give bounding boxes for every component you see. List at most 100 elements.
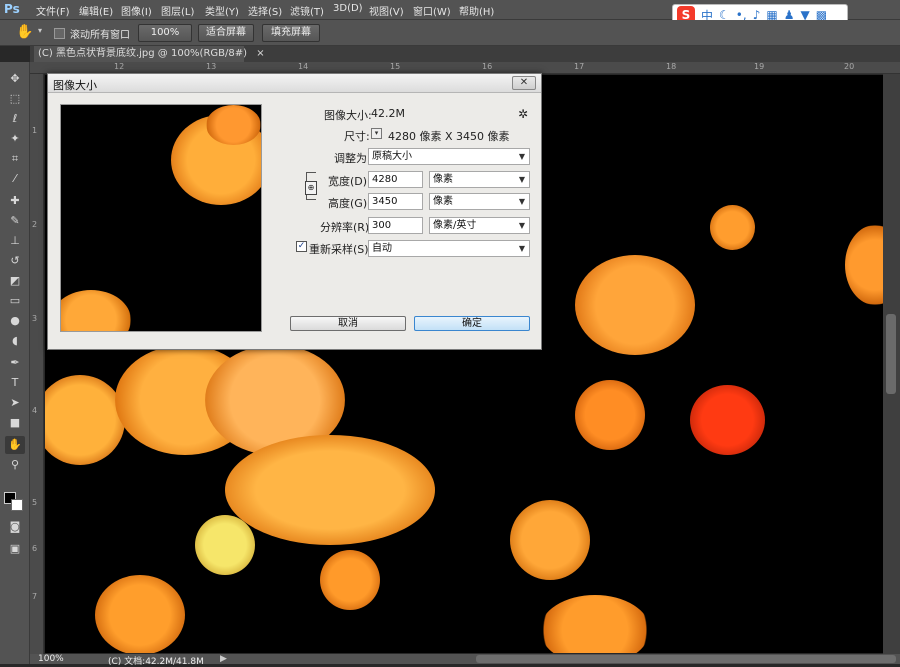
dodge-tool-icon[interactable]: ◖	[5, 332, 25, 350]
chevron-down-icon: ▼	[518, 221, 525, 230]
scroll-all-windows-label: 滚动所有窗口	[70, 30, 130, 41]
move-tool-icon[interactable]: ✥	[5, 70, 25, 88]
ruler-label: 13	[206, 62, 217, 71]
hand-tool-icon[interactable]: ✋	[16, 24, 33, 40]
chevron-down-icon: ▼	[518, 152, 525, 161]
vertical-ruler: 1 2 3 4 5 6 7	[30, 74, 44, 654]
dialog-title: 图像大小	[53, 79, 97, 92]
crop-tool-icon[interactable]: ⌗	[5, 150, 25, 168]
menu-window[interactable]: 窗口(W)	[413, 3, 451, 18]
width-label: 宽度(D):	[328, 175, 371, 188]
height-unit-value: 像素	[433, 196, 453, 207]
height-input[interactable]	[368, 193, 423, 210]
image-preview[interactable]	[60, 104, 262, 332]
vertical-scrollbar[interactable]	[883, 74, 900, 654]
constrain-proportions-link-icon[interactable]: ⊕	[305, 181, 317, 195]
quick-mask-icon[interactable]: ◙	[5, 518, 25, 536]
chevron-down-icon: ▼	[518, 175, 525, 184]
gradient-tool-icon[interactable]: ▭	[5, 292, 25, 310]
brush-tool-icon[interactable]: ✎	[5, 212, 25, 230]
status-menu-arrow-icon[interactable]: ▶	[220, 654, 227, 664]
document-tab[interactable]: (C) 黑色点状背景底纹.jpg @ 100%(RGB/8#) ×	[34, 46, 265, 62]
status-zoom-level[interactable]: 100%	[38, 654, 64, 664]
pen-tool-icon[interactable]: ✒	[5, 354, 25, 372]
chevron-down-icon: ▼	[518, 244, 525, 253]
status-bar: 100% (C) 文档:42.2M/41.8M ▶	[30, 654, 900, 667]
resample-select[interactable]: 自动 ▼	[368, 240, 530, 257]
ruler-label: 18	[666, 62, 677, 71]
status-document-size: (C) 文档:42.2M/41.8M	[108, 657, 204, 667]
ruler-label: 3	[32, 314, 38, 323]
image-size-label: 图像大小:	[324, 109, 372, 122]
menu-select[interactable]: 选择(S)	[248, 3, 282, 18]
ruler-label: 1	[32, 126, 38, 135]
menu-help[interactable]: 帮助(H)	[459, 3, 494, 18]
screen-mode-icon[interactable]: ▣	[5, 540, 25, 558]
fit-to-select-value: 原稿大小	[372, 151, 412, 162]
dimensions-dropdown-chevron-icon[interactable]: ▾	[371, 128, 382, 139]
fit-screen-button[interactable]: 适合屏幕	[198, 24, 254, 42]
dimensions-label: 尺寸:	[344, 130, 370, 143]
ruler-label: 2	[32, 220, 38, 229]
horizontal-scrollbar[interactable]	[476, 655, 896, 663]
shape-tool-icon[interactable]: ■	[5, 414, 25, 432]
ok-button[interactable]: 确定	[414, 316, 530, 331]
tool-preset-chevron-icon[interactable]: ▾	[38, 26, 42, 35]
resample-checkbox[interactable]: ✓	[296, 241, 307, 252]
document-tab-close-icon[interactable]: ×	[256, 48, 264, 59]
resample-select-value: 自动	[372, 243, 392, 254]
resolution-input[interactable]	[368, 217, 423, 234]
lasso-tool-icon[interactable]: ℓ	[5, 110, 25, 128]
menu-filter[interactable]: 滤镜(T)	[290, 3, 324, 18]
resolution-unit-value: 像素/英寸	[433, 220, 477, 231]
fit-to-select[interactable]: 原稿大小 ▼	[368, 148, 530, 165]
eraser-tool-icon[interactable]: ◩	[5, 272, 25, 290]
eyedropper-tool-icon[interactable]: ⁄	[5, 170, 25, 188]
path-select-tool-icon[interactable]: ➤	[5, 394, 25, 412]
ruler-label: 12	[114, 62, 125, 71]
height-label: 高度(G):	[328, 197, 371, 210]
vertical-scrollbar-thumb[interactable]	[886, 314, 896, 394]
cancel-button[interactable]: 取消	[290, 316, 406, 331]
marquee-tool-icon[interactable]: ⬚	[5, 90, 25, 108]
menu-3d[interactable]: 3D(D)	[333, 3, 363, 14]
ruler-label: 4	[32, 406, 38, 415]
image-size-dialog: 图像大小 ✕ 图像大小: 42.2M ✲ 尺寸: ▾ 4280 像素 X 345…	[47, 73, 542, 350]
document-tab-title: (C) 黑色点状背景底纹.jpg @ 100%(RGB/8#)	[38, 48, 248, 59]
tools-panel: ✥ ⬚ ℓ ✦ ⌗ ⁄ ✚ ✎ ⊥ ↺ ◩ ▭ ● ◖ ✒ T ➤ ■ ✋ ⚲ …	[0, 62, 30, 664]
menu-image[interactable]: 图像(I)	[121, 3, 152, 18]
menu-type[interactable]: 类型(Y)	[205, 3, 239, 18]
dimensions-value: 4280 像素 X 3450 像素	[388, 130, 510, 143]
ruler-label: 19	[754, 62, 765, 71]
hand-tool-active-icon[interactable]: ✋	[5, 436, 25, 454]
ruler-label: 7	[32, 592, 38, 601]
fit-to-label: 调整为:	[334, 152, 371, 165]
fill-screen-button[interactable]: 填充屏幕	[262, 24, 320, 42]
resolution-unit-select[interactable]: 像素/英寸 ▼	[429, 217, 530, 234]
zoom-tool-icon[interactable]: ⚲	[5, 456, 25, 474]
scroll-all-windows-checkbox[interactable]	[54, 28, 65, 39]
chevron-down-icon: ▼	[518, 197, 525, 206]
menu-file[interactable]: 文件(F)	[36, 3, 70, 18]
background-color-swatch[interactable]	[11, 499, 23, 511]
ruler-label: 6	[32, 544, 38, 553]
dialog-titlebar[interactable]: 图像大小 ✕	[48, 74, 541, 93]
photoshop-logo: Ps	[4, 2, 20, 16]
stamp-tool-icon[interactable]: ⊥	[5, 232, 25, 250]
menu-view[interactable]: 视图(V)	[369, 3, 404, 18]
ruler-label: 20	[844, 62, 855, 71]
width-unit-value: 像素	[433, 174, 453, 185]
settings-gear-icon[interactable]: ✲	[518, 107, 528, 121]
dialog-close-button[interactable]: ✕	[512, 76, 536, 90]
healing-tool-icon[interactable]: ✚	[5, 192, 25, 210]
width-unit-select[interactable]: 像素 ▼	[429, 171, 530, 188]
menu-layer[interactable]: 图层(L)	[161, 3, 194, 18]
height-unit-select[interactable]: 像素 ▼	[429, 193, 530, 210]
type-tool-icon[interactable]: T	[5, 374, 25, 392]
menu-edit[interactable]: 编辑(E)	[79, 3, 113, 18]
history-brush-tool-icon[interactable]: ↺	[5, 252, 25, 270]
width-input[interactable]	[368, 171, 423, 188]
blur-tool-icon[interactable]: ●	[5, 312, 25, 330]
zoom-100-button[interactable]: 100%	[138, 24, 192, 42]
magic-wand-tool-icon[interactable]: ✦	[5, 130, 25, 148]
